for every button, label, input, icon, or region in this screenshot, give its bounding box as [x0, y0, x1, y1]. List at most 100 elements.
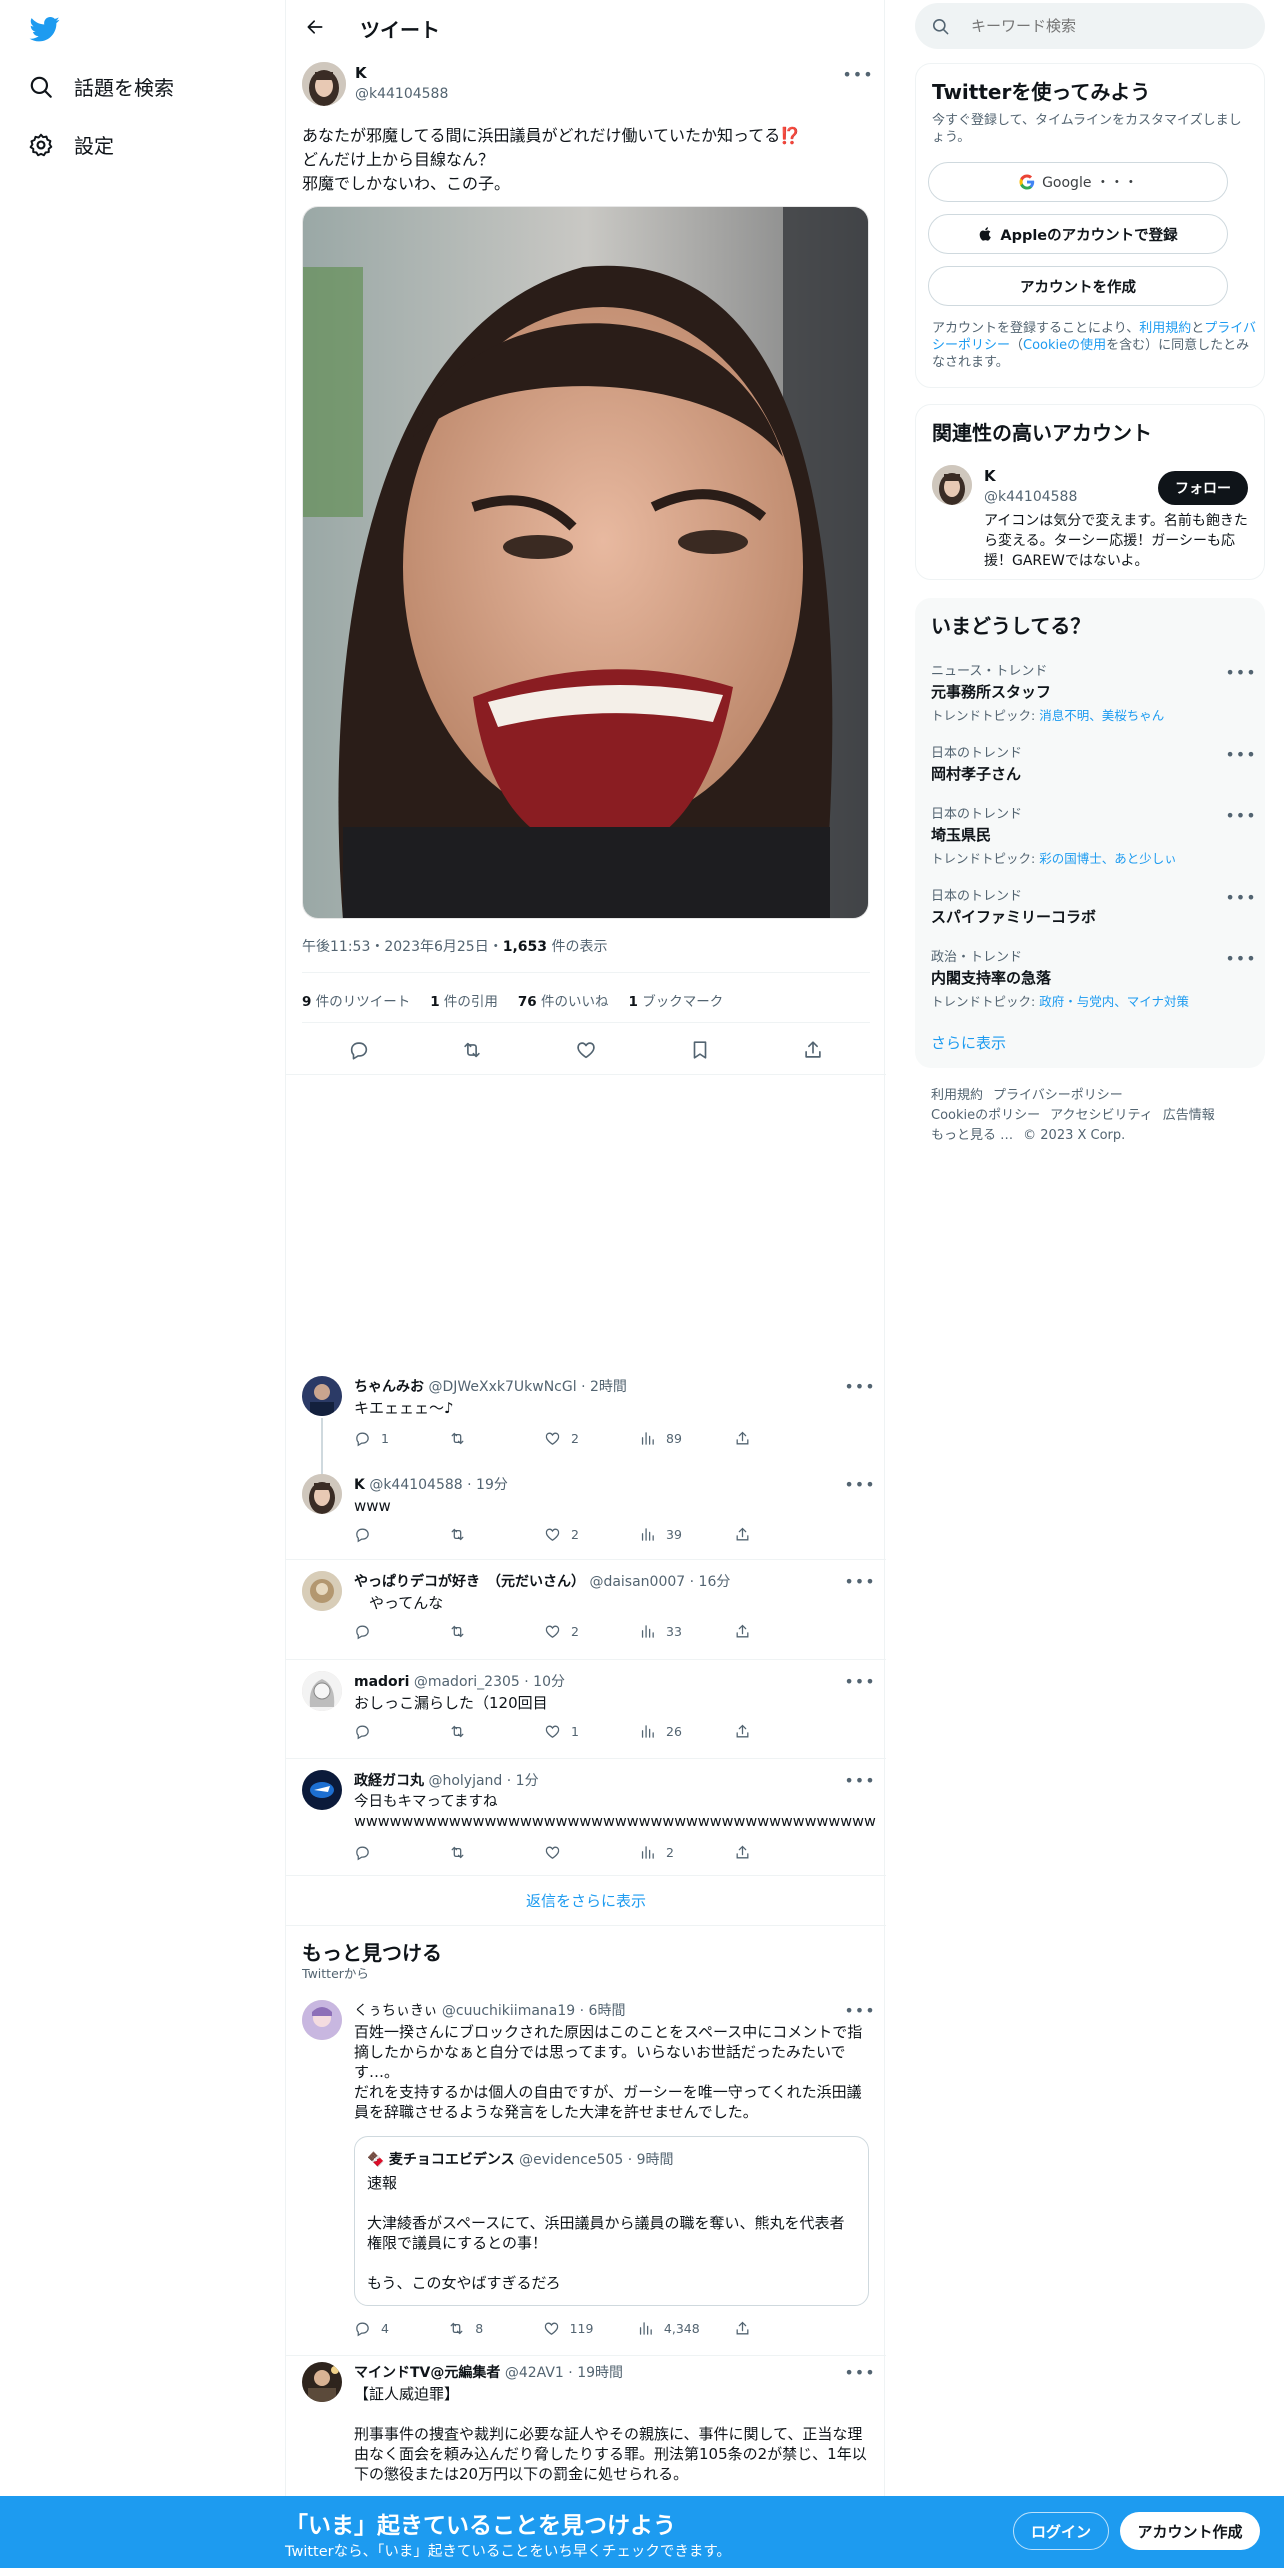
share-button[interactable] [734, 1623, 794, 1640]
reply-time[interactable]: 19分 [476, 1477, 508, 1493]
footer-terms-link[interactable]: 利用規約 [931, 1088, 983, 1103]
reply-handle[interactable]: @k44104588 [369, 1477, 462, 1493]
reply-item[interactable]: madori @madori_2305 · 10分 ••• おしっこ漏らした（1… [286, 1661, 886, 1759]
like-button[interactable]: 2 [544, 1430, 604, 1447]
share-icon[interactable] [802, 1039, 824, 1061]
retweet-button[interactable] [449, 1623, 509, 1640]
retweet-button[interactable] [449, 1430, 509, 1447]
post-name[interactable]: くぅちぃきぃ [354, 2003, 437, 2019]
share-button[interactable] [734, 1723, 794, 1740]
reply-time[interactable]: 2時間 [590, 1379, 627, 1395]
more-options-icon[interactable]: ••• [1225, 662, 1255, 682]
trend-item[interactable]: 日本のトレンド 埼玉県民 トレンドトピック: 彩の国博士、あと少しぃ ••• [931, 803, 1256, 867]
share-button[interactable] [734, 1526, 794, 1543]
terms-link[interactable]: 利用規約 [1139, 321, 1191, 336]
reply-button[interactable] [354, 1844, 414, 1861]
trend-item[interactable]: 日本のトレンド 岡村孝子さん ••• [931, 742, 1256, 784]
quotes-stat[interactable]: 1 件の引用 [430, 990, 498, 1010]
post-time[interactable]: 19時間 [577, 2365, 623, 2381]
related-name[interactable]: K [984, 467, 996, 485]
reply-time[interactable]: 10分 [533, 1674, 565, 1690]
reply-handle[interactable]: @daisan0007 [589, 1574, 685, 1590]
more-options-icon[interactable]: ••• [1225, 805, 1255, 825]
more-options-icon[interactable]: ••• [844, 2000, 874, 2020]
reply-name[interactable]: ちゃんみお [354, 1379, 424, 1395]
search-input[interactable] [971, 3, 1251, 49]
trend-topic-links[interactable]: 消息不明、美桜ちゃん [1039, 708, 1164, 723]
follow-button[interactable]: フォロー [1158, 471, 1248, 505]
views-button[interactable]: 2 [639, 1844, 699, 1861]
reply-name[interactable]: 政経ガコ丸 [354, 1773, 424, 1789]
trend-item[interactable]: 政治・トレンド 内閣支持率の急落 トレンドトピック: 政府・与党内、マイナ対策 … [931, 946, 1256, 1010]
create-account-button[interactable]: アカウントを作成 [928, 266, 1228, 306]
like-button[interactable]: 2 [544, 1623, 604, 1640]
footer-ads-link[interactable]: 広告情報 [1163, 1108, 1215, 1123]
share-button[interactable] [734, 1844, 794, 1861]
footer-privacy-link[interactable]: プライバシーポリシー [993, 1088, 1123, 1103]
reply-avatar[interactable] [302, 1770, 342, 1810]
apple-signup-button[interactable]: Appleのアカウントで登録 [928, 214, 1228, 254]
trend-item[interactable]: 日本のトレンド スパイファミリーコラボ ••• [931, 885, 1256, 927]
share-button[interactable] [734, 2320, 794, 2337]
more-options-icon[interactable]: ••• [1225, 887, 1255, 907]
tweet-timestamp[interactable]: 午後11:53・2023年6月25日・ [302, 939, 503, 955]
views-button[interactable]: 4,348 [637, 2320, 700, 2337]
bookmark-icon[interactable] [689, 1039, 711, 1061]
reply-handle[interactable]: @madori_2305 [414, 1674, 520, 1690]
retweet-button[interactable] [449, 1526, 509, 1543]
show-more-replies-button[interactable]: 返信をさらに表示 [286, 1876, 886, 1926]
post-name[interactable]: マインドTV@元編集者 [354, 2365, 500, 2381]
author-name[interactable]: K [355, 64, 367, 82]
reply-item[interactable]: 政経ガコ丸 @holyjand · 1分 ••• 今日もキマってますね wwww… [286, 1760, 886, 1876]
likes-stat[interactable]: 76 件のいいね [518, 990, 609, 1010]
footer-cookie-link[interactable]: Cookieのポリシー [931, 1108, 1040, 1123]
more-options-icon[interactable]: ••• [844, 1770, 874, 1790]
twitter-logo-icon[interactable] [28, 14, 62, 44]
related-avatar[interactable] [932, 465, 972, 505]
nav-settings[interactable]: 設定 [28, 130, 114, 159]
more-options-icon[interactable]: ••• [844, 1571, 874, 1591]
more-options-icon[interactable]: ••• [844, 1474, 874, 1494]
post-avatar[interactable] [302, 2000, 342, 2040]
discover-post[interactable]: くぅちぃきぃ @cuuchikiimana19 · 6時間 ••• 百姓一揆さん… [286, 1990, 886, 2356]
cookie-link[interactable]: Cookieの使用 [1023, 338, 1106, 353]
trend-topic-links[interactable]: 政府・与党内、マイナ対策 [1039, 994, 1189, 1009]
reply-item[interactable]: ちゃんみお @DJWeXxk7UkwNcGl · 2時間 ••• キエェェェ〜♪… [286, 1366, 886, 1462]
retweets-stat[interactable]: 9 件のリツイート [302, 990, 410, 1010]
reply-time[interactable]: 1分 [516, 1773, 539, 1789]
more-options-icon[interactable]: ••• [1225, 948, 1255, 968]
views-button[interactable]: 89 [639, 1430, 699, 1447]
reply-icon[interactable] [348, 1039, 370, 1061]
reply-button[interactable] [354, 1723, 414, 1740]
like-button[interactable]: 119 [543, 2320, 603, 2337]
reply-button[interactable]: 1 [354, 1430, 414, 1447]
reply-button[interactable] [354, 1623, 414, 1640]
reply-name[interactable]: madori [354, 1674, 409, 1690]
views-button[interactable]: 39 [639, 1526, 699, 1543]
reply-name[interactable]: K [354, 1477, 365, 1493]
show-more-trends-link[interactable]: さらに表示 [931, 1032, 1006, 1053]
post-handle[interactable]: @42AV1 [505, 2365, 564, 2381]
reply-handle[interactable]: @holyjand [428, 1773, 502, 1789]
more-options-icon[interactable]: ••• [844, 1671, 874, 1691]
back-button[interactable] [300, 12, 330, 42]
retweet-button[interactable]: 8 [448, 2320, 508, 2337]
discover-post[interactable]: マインドTV@元編集者 @42AV1 · 19時間 ••• 【証人威迫罪】 刑事… [286, 2352, 886, 2502]
like-button[interactable]: 1 [544, 1723, 604, 1740]
author-handle[interactable]: @k44104588 [355, 86, 448, 102]
reply-item[interactable]: K @k44104588 · 19分 ••• www 2 39 [286, 1464, 886, 1560]
post-avatar[interactable] [302, 2362, 342, 2402]
login-button[interactable]: ログイン [1013, 2512, 1109, 2550]
post-time[interactable]: 6時間 [589, 2003, 626, 2019]
views-button[interactable]: 26 [639, 1723, 699, 1740]
reply-time[interactable]: 16分 [699, 1574, 731, 1590]
more-options-icon[interactable]: ••• [844, 2362, 874, 2382]
post-handle[interactable]: @cuuchikiimana19 [442, 2003, 575, 2019]
like-button[interactable] [544, 1844, 604, 1861]
trend-topic-links[interactable]: 彩の国博士、あと少しぃ [1039, 851, 1177, 866]
more-options-icon[interactable]: ••• [1225, 744, 1255, 764]
trend-item[interactable]: ニュース・トレンド 元事務所スタッフ トレンドトピック: 消息不明、美桜ちゃん … [931, 660, 1256, 724]
reply-handle[interactable]: @DJWeXxk7UkwNcGl [428, 1379, 576, 1395]
quoted-tweet[interactable]: 🍫 麦チョコエビデンス @evidence505 · 9時間 速報 大津綾香がス… [354, 2136, 869, 2306]
reply-name[interactable]: やっぱりデコが好き （元だいさん） [354, 1574, 585, 1590]
